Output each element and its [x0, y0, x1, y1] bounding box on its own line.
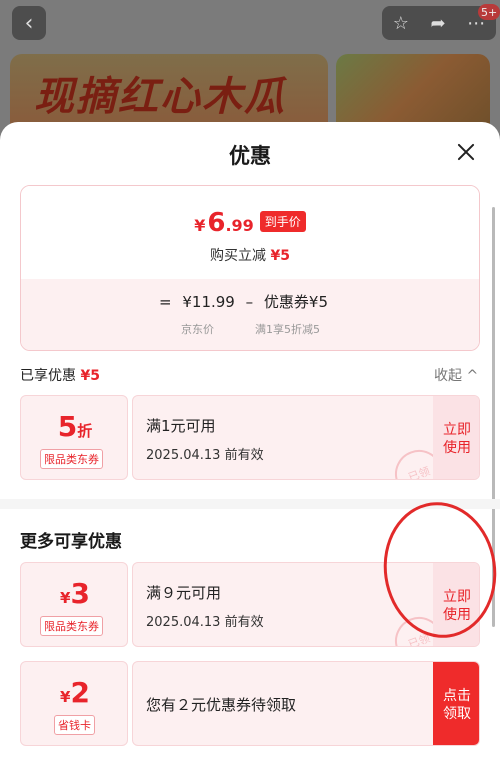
coupon-value-number: 2	[70, 676, 90, 709]
jd-price: ¥11.99	[182, 293, 235, 311]
more-discounts-title: 更多可享优惠	[20, 532, 122, 552]
coupon-detail-panel: 您有２元优惠券待领取 点击 领取	[132, 661, 480, 746]
sheet-title: 优惠	[229, 144, 271, 168]
coupon-type-badge: 省钱卡	[54, 715, 95, 735]
coupon-card: ¥2 省钱卡 您有２元优惠券待领取 点击 领取	[20, 661, 480, 746]
final-price-decimal: .99	[225, 216, 254, 235]
collapse-button[interactable]: 收起 ^	[434, 365, 478, 385]
coupon-card: 5折 限品类东券 满1元可用 2025.04.13 前有效 已领 立即 使用	[20, 395, 480, 480]
discount-sheet: 优惠 ¥ 6 .99 到手价 购买立减 ¥5 = ¥11.99 – 优惠券¥5 …	[0, 122, 500, 765]
coupon-expiry: 2025.04.13 前有效	[146, 615, 264, 630]
use-now-button[interactable]: 立即 使用	[433, 396, 479, 479]
coupon-value-prefix: ¥	[60, 688, 71, 706]
coupon-type-badge: 限品类东券	[40, 616, 103, 636]
banner-text: 现摘红心木瓜	[34, 73, 286, 120]
chevron-left-icon: ‹	[24, 10, 34, 36]
enjoyed-value: ¥5	[80, 368, 100, 384]
currency-symbol: ¥	[194, 216, 206, 235]
enjoyed-discount-label: 已享优惠 ¥5	[20, 365, 100, 385]
price-summary: ¥ 6 .99 到手价 购买立减 ¥5	[21, 186, 479, 279]
section-divider	[0, 499, 500, 509]
coupon-detail-panel: 满９元可用 2025.04.13 前有效 已领 立即 使用	[132, 562, 480, 647]
formula-row: = ¥11.99 – 优惠券¥5	[159, 291, 334, 312]
price-formula: = ¥11.99 – 优惠券¥5 京东价 满1享5折减5	[21, 279, 479, 350]
minus-sign: –	[245, 293, 254, 311]
coupon-value: 5折	[21, 410, 129, 443]
final-price-integer: 6	[207, 208, 226, 238]
coupon-condition: 满1元可用	[146, 417, 216, 435]
coupon-value-number: 5	[57, 410, 78, 443]
close-icon[interactable]	[456, 142, 476, 162]
notification-badge: 5+	[478, 4, 500, 20]
coupon-type-badge: 限品类东券	[40, 449, 103, 469]
coupon-card: ¥3 限品类东券 满９元可用 2025.04.13 前有效 已领 立即 使用	[20, 562, 480, 647]
claim-button[interactable]: 点击 领取	[433, 662, 479, 745]
coupon-deduction: 优惠券¥5	[263, 293, 329, 311]
coupon-detail-panel: 满1元可用 2025.04.13 前有效 已领 立即 使用	[132, 395, 480, 480]
coupon-value-panel: ¥2 省钱卡	[20, 661, 128, 746]
reduce-value: ¥5	[270, 248, 290, 264]
coupon-value: ¥2	[21, 676, 129, 709]
reduce-label: 购买立减	[210, 248, 267, 264]
coupon-value-number: 3	[70, 577, 90, 610]
coupon-value: ¥3	[21, 577, 129, 610]
share-icon[interactable]: ➦	[431, 13, 446, 34]
coupon-value-panel: ¥3 限品类东券	[20, 562, 128, 647]
final-price-tag: 到手价	[259, 211, 306, 232]
final-price-row: ¥ 6 .99 到手价	[21, 208, 479, 238]
price-card: ¥ 6 .99 到手价 购买立减 ¥5 = ¥11.99 – 优惠券¥5 京东价…	[20, 185, 480, 351]
equals-sign: =	[159, 293, 172, 311]
scrollbar[interactable]	[492, 207, 495, 627]
coupon-value-prefix: ¥	[60, 589, 71, 607]
use-now-button[interactable]: 立即 使用	[433, 563, 479, 646]
coupon-expiry: 2025.04.13 前有效	[146, 448, 264, 463]
coupon-condition: 满９元可用	[146, 584, 222, 602]
jd-price-caption: 京东价	[181, 323, 214, 336]
coupon-value-unit: 折	[77, 422, 93, 440]
coupon-caption: 满1享5折减5	[255, 323, 320, 336]
coupon-value-panel: 5折 限品类东券	[20, 395, 128, 480]
coupon-message: 您有２元优惠券待领取	[146, 696, 297, 714]
back-button[interactable]: ‹	[12, 6, 46, 40]
reduce-row: 购买立减 ¥5	[21, 245, 479, 265]
enjoyed-label: 已享优惠	[20, 368, 76, 384]
star-icon[interactable]: ☆	[393, 13, 409, 34]
